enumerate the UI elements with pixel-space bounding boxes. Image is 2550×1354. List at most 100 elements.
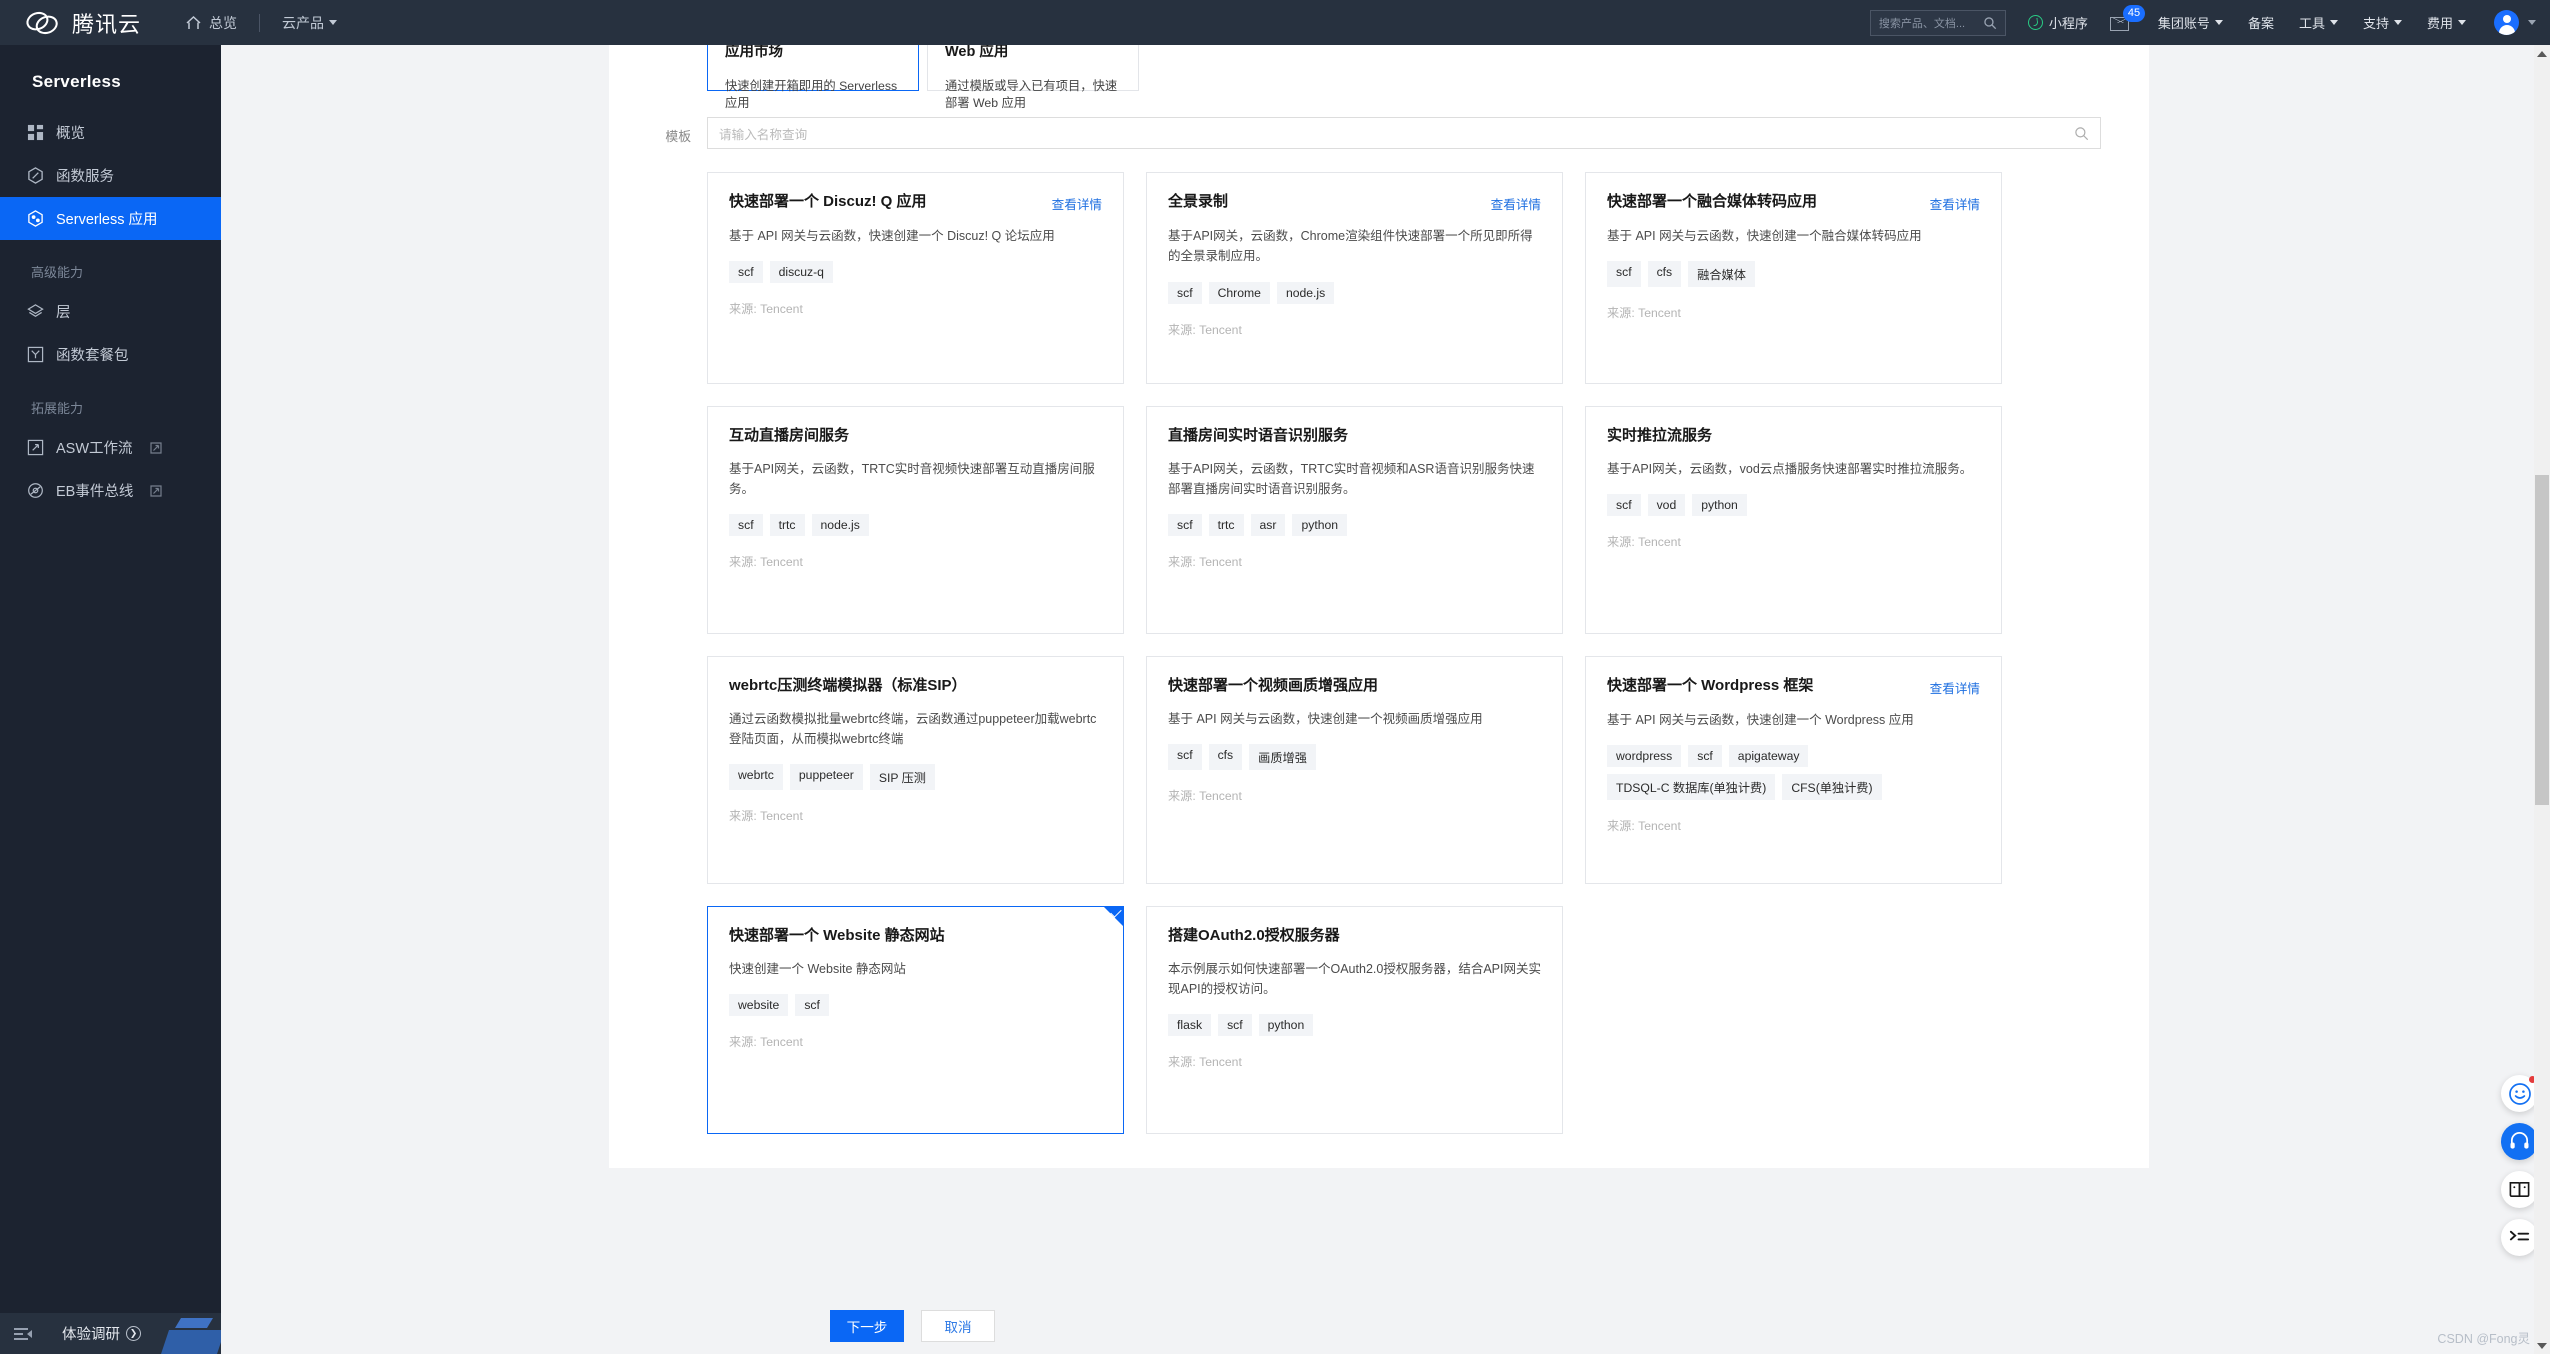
docs-button[interactable] [2501,1171,2538,1208]
sidebar-item-layer[interactable]: 层 [0,290,221,333]
template-card-selected[interactable]: 快速部署一个 Website 静态网站 快速创建一个 Website 静态网站 … [707,906,1124,1134]
template-card-desc: 基于 API 网关与云函数，快速创建一个 Wordpress 应用 [1607,713,1914,727]
source-value: Tencent [1199,1055,1242,1069]
topnav-item-beian[interactable]: 备案 [2248,13,2274,32]
template-card-desc: 基于API网关，云函数，vod云点播服务快速部署实时推拉流服务。 [1607,461,1973,476]
template-card[interactable]: 全景录制 查看详情 基于API网关，云函数，Chrome渲染组件快速部署一个所见… [1146,172,1563,384]
source-prefix: 来源: [1168,555,1200,569]
cancel-button[interactable]: 取消 [921,1310,995,1342]
source-prefix: 来源: [729,809,761,823]
app-type-desc-marketplace: 快速创建开箱即用的 Serverless 应用 [725,79,898,111]
source-prefix: 来源: [729,555,761,569]
template-tag: python [1692,493,1747,516]
template-detail-link[interactable]: 查看详情 [1491,192,1541,213]
template-card[interactable]: 快速部署一个视频画质增强应用 基于 API 网关与云函数，快速创建一个视频画质增… [1146,656,1563,884]
template-tag: cfs [1208,743,1243,770]
template-card[interactable]: 快速部署一个融合媒体转码应用 查看详情 基于 API 网关与云函数，快速创建一个… [1585,172,2002,384]
template-card-title: 搭建OAuth2.0授权服务器 [1168,927,1340,944]
source-prefix: 来源: [1168,788,1200,803]
source-value: Tencent [760,809,803,823]
template-card-tags: scf cfs 融合媒体 [1607,261,1980,288]
app-type-title-web: Web 应用 [945,45,1009,60]
template-card-tags: website scf [729,993,1102,1016]
template-card[interactable]: 快速部署一个 Wordpress 框架 查看详情 基于 API 网关与云函数，快… [1585,656,2002,884]
scrollbar-thumb[interactable] [2535,475,2549,805]
next-step-button[interactable]: 下一步 [830,1310,904,1342]
user-menu[interactable] [2494,10,2536,35]
template-card-desc: 基于 API 网关与云函数，快速创建一个视频画质增强应用 [1168,711,1483,726]
source-value: Tencent [1199,555,1242,569]
template-card-source: 来源: Tencent [1607,303,1980,321]
template-search-input[interactable]: 请输入名称查询 [707,117,2101,149]
template-card[interactable]: 互动直播房间服务 基于API网关，云函数，TRTC实时音视频快速部署互动直播房间… [707,406,1124,634]
sidebar-item-function-package[interactable]: 函数套餐包 [0,333,221,376]
topnav-item-billing[interactable]: 费用 [2427,13,2466,32]
chevron-down-icon [329,20,338,25]
template-tag: asr [1250,514,1286,536]
template-card-source: 来源: Tencent [1168,552,1541,570]
template-tag: CFS(单独计费) [1782,774,1882,801]
scroll-up-button[interactable] [2534,45,2550,62]
template-tag: scf [1168,281,1202,304]
global-search-box[interactable]: 搜索产品、文档... [1869,9,2006,36]
template-card[interactable]: 直播房间实时语音识别服务 基于API网关，云函数，TRTC实时音视频和ASR语音… [1146,406,1563,634]
template-card-desc: 通过云函数模拟批量webrtc终端，云函数通过puppeteer加载webrtc… [729,711,1097,746]
template-card[interactable]: 快速部署一个 Discuz! Q 应用 查看详情 基于 API 网关与云函数，快… [707,172,1124,384]
template-tag: TDSQL-C 数据库(单独计费) [1607,774,1776,801]
sidebar-item-asw-workflow[interactable]: ASW工作流 [0,426,221,469]
template-tag: 融合媒体 [1688,261,1755,288]
template-card-source: 来源: Tencent [729,1032,1102,1050]
main-content: 应用市场 快速创建开箱即用的 Serverless 应用 Web 应用 通过模版… [221,45,2550,1354]
app-type-card-web[interactable]: Web 应用 通过模版或导入已有项目，快速部署 Web 应用 [927,45,1139,110]
message-center-button[interactable]: 45 [2109,4,2146,34]
sidebar-item-serverless-app[interactable]: Serverless 应用 [0,197,221,240]
template-card-header: 快速部署一个 Discuz! Q 应用 查看详情 [729,192,1102,213]
template-tag: SIP 压测 [869,764,935,790]
sidebar-item-eb-eventbus[interactable]: EB事件总线 [0,469,221,512]
chevron-down-icon [2214,20,2223,25]
survey-label: 体验调研 [62,1327,120,1343]
support-button[interactable] [2501,1123,2538,1160]
topnav-item-group-account[interactable]: 集团账号 [2158,13,2223,32]
template-card-header: 快速部署一个 Website 静态网站 [729,926,1102,946]
watermark: CSDN @Fong灵 [2437,1332,2530,1346]
mini-program-entry[interactable]: 小程序 [2027,13,2088,32]
survey-bar[interactable]: 体验调研 ❯ [0,1313,221,1354]
external-link-icon [149,441,162,454]
topnav-label-beian: 备案 [2247,16,2274,31]
template-detail-link[interactable]: 查看详情 [1930,192,1980,213]
template-card-source: 来源: Tencent [1607,532,1980,550]
app-type-desc-web: 通过模版或导入已有项目，快速部署 Web 应用 [945,79,1118,111]
template-tag: puppeteer [789,764,863,790]
source-prefix: 来源: [729,302,761,317]
topnav-item-support[interactable]: 支持 [2363,13,2402,32]
feedback-button[interactable] [2501,1075,2538,1112]
template-card-title: 快速部署一个 Wordpress 框架 [1607,677,1814,694]
console-button[interactable] [2501,1219,2538,1256]
template-tag: webrtc [729,764,783,790]
app-type-card-marketplace[interactable]: 应用市场 快速创建开箱即用的 Serverless 应用 [707,45,919,110]
collapse-sidebar-icon[interactable] [14,1327,32,1341]
sidebar-item-function-service[interactable]: 函数服务 [0,154,221,197]
nav-home[interactable]: 总览 [185,13,237,33]
page-scrollbar[interactable] [2534,45,2550,1354]
template-card[interactable]: webrtc压测终端模拟器（标准SIP） 通过云函数模拟批量webrtc终端，云… [707,656,1124,884]
template-tag: flask [1168,1014,1212,1036]
template-detail-link[interactable]: 查看详情 [1930,676,1980,697]
template-detail-link[interactable]: 查看详情 [1052,192,1102,213]
scroll-down-button[interactable] [2534,1337,2550,1354]
topnav-item-tools[interactable]: 工具 [2299,13,2338,32]
template-search-placeholder: 请输入名称查询 [719,127,808,142]
survey-entry[interactable]: 体验调研 ❯ [62,1323,141,1344]
template-card[interactable]: 实时推拉流服务 基于API网关，云函数，vod云点播服务快速部署实时推拉流服务。… [1585,406,2002,634]
source-value: Tencent [760,1034,803,1049]
brand-logo-area[interactable]: 腾讯云 [0,7,141,39]
sidebar-label-layer: 层 [56,305,71,321]
page-root: 腾讯云 总览 云产品 搜索产品、文档... 小程序 45 集团账号 备案 工具 … [0,0,2550,1354]
nav-cloud-products[interactable]: 云产品 [282,13,338,33]
chevron-down-icon [2458,20,2466,25]
search-icon[interactable] [2074,126,2089,141]
template-card[interactable]: 搭建OAuth2.0授权服务器 本示例展示如何快速部署一个OAuth2.0授权服… [1146,906,1563,1134]
template-tag: scf [1218,1014,1252,1036]
sidebar-item-overview[interactable]: 概览 [0,111,221,154]
